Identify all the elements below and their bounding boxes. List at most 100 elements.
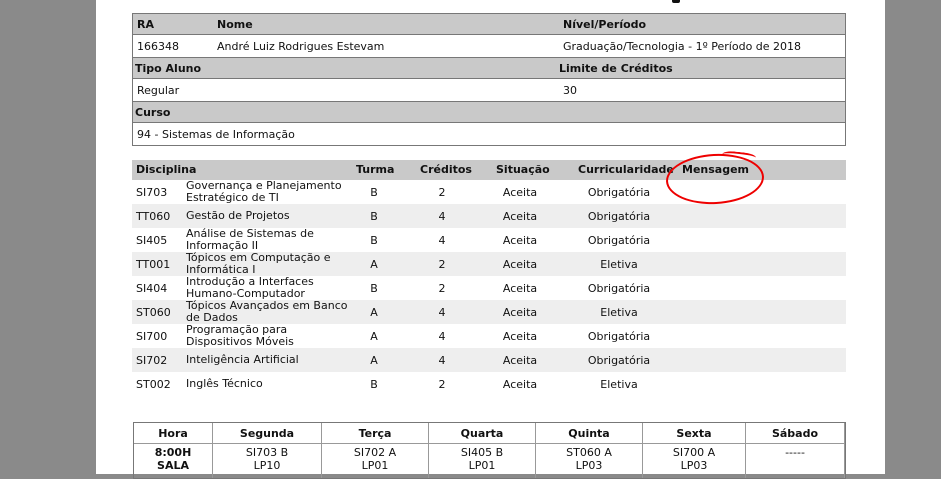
schedule-col-quinta: Quinta: [535, 423, 643, 444]
table-row: ST060 Tópicos Avançados em Banco de Dados…: [132, 300, 846, 324]
discipline-curricularidade: Obrigatória: [587, 209, 651, 223]
table-row: TT001 Tópicos em Computação e Informática…: [132, 252, 846, 276]
schedule-col-terca: Terça: [321, 423, 429, 444]
discipline-turma: B: [370, 233, 378, 247]
curso-value: 94 - Sistemas de Informação: [137, 127, 295, 141]
discipline-code: TT001: [136, 257, 171, 271]
schedule-col-segunda: Segunda: [212, 423, 322, 444]
discipline-turma: B: [370, 377, 378, 391]
discipline-creditos: 4: [438, 233, 446, 247]
schedule-col-sabado: Sábado: [745, 423, 845, 444]
discipline-curricularidade: Eletiva: [600, 257, 638, 271]
discipline-turma: B: [370, 209, 378, 223]
discipline-name: Governança e Planejamento Estratégico de…: [186, 179, 342, 204]
schedule-cell-line1: SI703 B: [245, 446, 289, 459]
nivel-value: Graduação/Tecnologia - 1º Período de 201…: [563, 39, 802, 53]
schedule-cell-line1: SI700 A: [672, 446, 716, 459]
discipline-creditos: 2: [438, 185, 446, 199]
discipline-code: SI702: [136, 353, 168, 367]
table-row: SI404 Introdução a Interfaces Humano-Comp…: [132, 276, 846, 300]
curso-header-row: Curso: [133, 101, 845, 123]
schedule-col-sexta: Sexta: [642, 423, 746, 444]
discipline-creditos: 2: [438, 377, 446, 391]
nivel-label: Nível/Período: [563, 17, 647, 31]
col-curricularidade: Curricularidade: [578, 163, 674, 176]
disciplines-body: SI703 Governança e Planejamento Estratégi…: [132, 180, 846, 396]
curso-label: Curso: [135, 105, 171, 119]
ra-value: 166348: [137, 39, 179, 53]
discipline-curricularidade: Eletiva: [600, 305, 638, 319]
discipline-name: Tópicos Avançados em Banco de Dados: [186, 299, 348, 324]
discipline-code: SI404: [136, 281, 168, 295]
schedule-cell-hora: 8:00H SALA: [134, 443, 213, 478]
schedule-col-hora: Hora: [134, 423, 213, 444]
discipline-name: Gestão de Projetos: [186, 209, 290, 222]
discipline-curricularidade: Obrigatória: [587, 281, 651, 295]
discipline-situacao: Aceita: [502, 281, 538, 295]
discipline-name: Programação para Dispositivos Móveis: [186, 323, 294, 348]
discipline-name: Inglês Técnico: [186, 377, 263, 390]
discipline-curricularidade: Obrigatória: [587, 185, 651, 199]
discipline-code: SI405: [136, 233, 168, 247]
schedule-header-row: Hora Segunda Terça Quarta Quinta Sexta Sábado: [134, 423, 845, 444]
schedule-cell-line2: LP03: [680, 459, 708, 472]
discipline-situacao: Aceita: [502, 233, 538, 247]
tipo-value-row: Regular 30: [133, 79, 845, 101]
nome-value: André Luiz Rodrigues Estevam: [217, 39, 385, 53]
schedule-cell-line2: LP10: [253, 459, 281, 472]
student-info-card: RA Nome Nível/Período 166348 André Luiz …: [132, 13, 846, 146]
discipline-situacao: Aceita: [502, 353, 538, 367]
discipline-curricularidade: Obrigatória: [587, 353, 651, 367]
col-creditos: Créditos: [420, 163, 472, 176]
schedule-cell-line2: -----: [785, 446, 805, 459]
discipline-curricularidade: Obrigatória: [587, 329, 651, 343]
student-value-row: 166348 André Luiz Rodrigues Estevam Grad…: [133, 35, 845, 57]
discipline-code: ST060: [136, 305, 171, 319]
student-header-row: RA Nome Nível/Período: [133, 14, 845, 35]
col-situacao: Situação: [496, 163, 550, 176]
discipline-situacao: Aceita: [502, 377, 538, 391]
page-edge-mark: [672, 0, 680, 3]
table-row: SI405 Análise de Sistemas de Informação I…: [132, 228, 846, 252]
tipo-label: Tipo Aluno: [135, 61, 202, 75]
discipline-situacao: Aceita: [502, 209, 538, 223]
tipo-value: Regular: [137, 83, 180, 97]
discipline-creditos: 2: [438, 281, 446, 295]
discipline-creditos: 2: [438, 257, 446, 271]
discipline-creditos: 4: [438, 329, 446, 343]
discipline-name: Tópicos em Computação e Informática I: [186, 251, 331, 276]
discipline-turma: A: [370, 329, 378, 343]
discipline-turma: B: [370, 185, 378, 199]
discipline-situacao: Aceita: [502, 185, 538, 199]
discipline-creditos: 4: [438, 353, 446, 367]
col-disciplina: Disciplina: [136, 163, 197, 176]
schedule-cell-line1: SI702 A: [353, 446, 397, 459]
schedule-cell-line2: LP03: [575, 459, 603, 472]
schedule-cell-line1: SI405 B: [460, 446, 504, 459]
discipline-code: SI700: [136, 329, 168, 343]
discipline-situacao: Aceita: [502, 305, 538, 319]
nome-label: Nome: [217, 17, 253, 31]
discipline-turma: A: [370, 353, 378, 367]
schedule-cell-sabado: -----: [745, 443, 845, 478]
table-row: SI700 Programação para Dispositivos Móvei…: [132, 324, 846, 348]
discipline-code: SI703: [136, 185, 168, 199]
discipline-situacao: Aceita: [502, 329, 538, 343]
schedule-cell-line2: LP01: [468, 459, 496, 472]
limite-label: Limite de Créditos: [559, 61, 673, 75]
ra-label: RA: [137, 17, 154, 31]
schedule-cell-terca: SI702 A LP01: [321, 443, 429, 478]
discipline-turma: B: [370, 281, 378, 295]
discipline-turma: A: [370, 305, 378, 319]
schedule-row: 8:00H SALA SI703 B LP10 SI702 A LP01 SI405 B LP…: [134, 443, 845, 478]
discipline-name: Análise de Sistemas de Informação II: [186, 227, 314, 252]
schedule-cell-sexta: SI700 A LP03: [642, 443, 746, 478]
schedule-cell-line1: 8:00H: [154, 446, 192, 459]
schedule-table: Hora Segunda Terça Quarta Quinta Sexta Sábado …: [133, 422, 846, 479]
limite-value: 30: [563, 83, 577, 97]
schedule-col-quarta: Quarta: [428, 423, 536, 444]
table-row: ST002 Inglês Técnico B 2 Aceita Eletiva: [132, 372, 846, 396]
schedule-cell-line2: SALA: [157, 459, 189, 472]
schedule-cell-segunda: SI703 B LP10: [212, 443, 322, 478]
col-turma: Turma: [356, 163, 395, 176]
